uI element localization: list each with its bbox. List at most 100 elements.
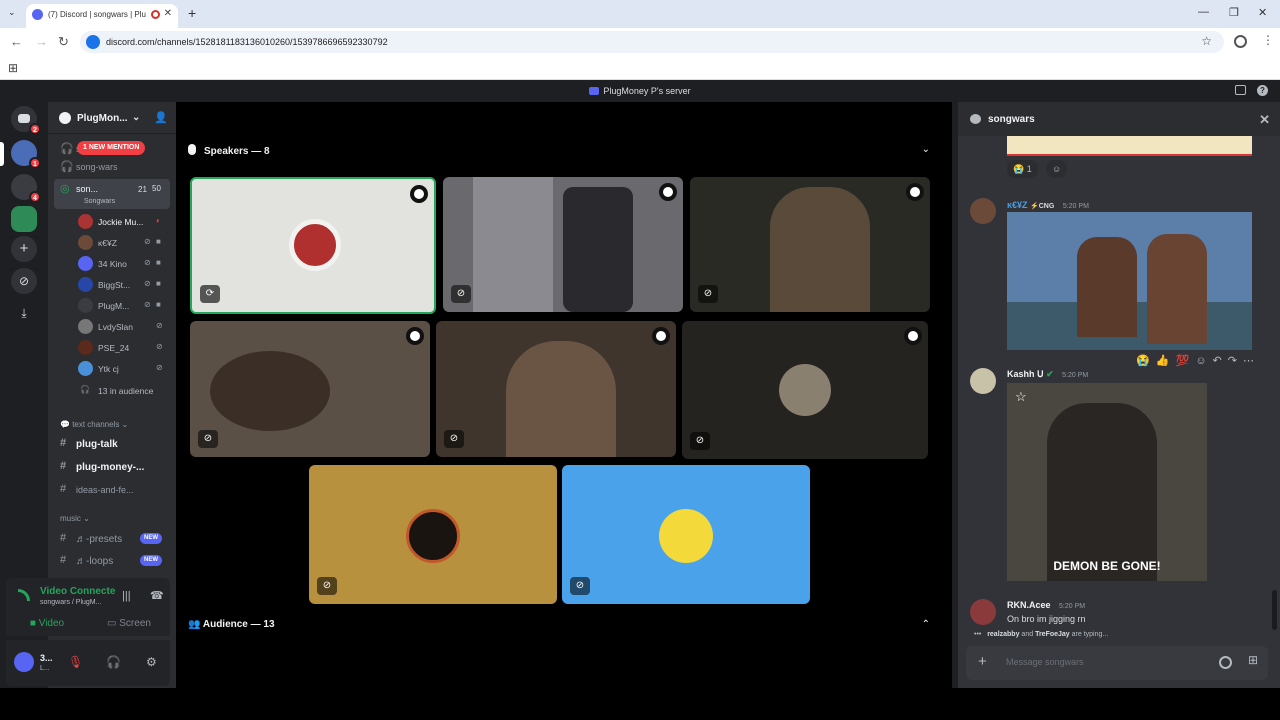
message-author[interactable]: RKN.Acee 5:20 PM (1007, 600, 1085, 610)
add-reaction-icon[interactable]: ☺ (1046, 160, 1068, 178)
message-placeholder[interactable]: Message songwars (1006, 657, 1084, 667)
inbox-icon[interactable] (1235, 85, 1246, 95)
tab-list-chevron-icon[interactable]: ⌄ (8, 7, 16, 18)
avatar[interactable] (970, 198, 996, 224)
new-tab-icon[interactable]: + (188, 5, 196, 21)
apps-grid-icon[interactable]: ⊞ (8, 61, 18, 75)
noise-suppression-icon[interactable]: ||| (122, 590, 131, 602)
voice-member[interactable]: Jockie Mu... ◐ (76, 213, 172, 231)
back-icon[interactable]: ← (10, 34, 23, 49)
voice-member[interactable]: PlugM... ⊘ ■ (76, 297, 172, 315)
channel-presets[interactable]: # ♬-presets NEW (54, 529, 170, 549)
server-badge-icon (59, 112, 71, 124)
category-music[interactable]: music ⌄ (60, 514, 90, 523)
gif-attachment[interactable]: ☆ DEMON BE GONE! (1007, 383, 1207, 581)
voice-status[interactable]: Video Connecte (40, 586, 115, 597)
member-name: ĸ€¥Z (98, 238, 117, 248)
favorite-star-icon[interactable]: ☆ (1015, 389, 1027, 405)
message-input[interactable]: + Message songwars ⊞ (966, 646, 1268, 680)
attach-plus-icon[interactable]: + (978, 653, 987, 670)
channel-plug-talk[interactable]: # plug-talk (54, 434, 170, 454)
restore-icon[interactable]: ❐ (1229, 6, 1239, 19)
channel-plug-money[interactable]: # plug-money-... (54, 457, 170, 477)
speaker-tile[interactable]: ⟳ (190, 177, 436, 314)
tab-close-icon[interactable]: ✕ (164, 8, 172, 19)
speaker-tile[interactable]: ⊘ (690, 177, 930, 312)
message-author[interactable]: ĸ€¥Z ⚡CNG 5:20 PM (1007, 200, 1089, 210)
disconnect-icon[interactable]: ☎ (150, 589, 164, 602)
settings-gear-icon[interactable]: ⚙ (146, 655, 157, 669)
message-hover-actions[interactable]: 😭👍💯☺↶↷⋯ (1136, 354, 1260, 376)
reaction-pill[interactable]: 😭 1 (1007, 160, 1038, 178)
audience-label: Audience — 13 (202, 619, 275, 630)
server-icon-2[interactable]: 4 (11, 174, 41, 203)
address-bar[interactable]: discord.com/channels/1528181183136010260… (80, 31, 1224, 53)
invite-people-icon[interactable]: 👤 (154, 111, 168, 124)
bookmark-star-icon[interactable]: ☆ (1201, 34, 1212, 48)
emoji-icon[interactable] (1219, 656, 1232, 669)
avatar[interactable] (970, 368, 996, 394)
bookmarks-bar: ⊞ (0, 56, 1280, 80)
channel-loops[interactable]: # ♬-loops NEW (54, 551, 170, 571)
voice-member[interactable]: Ytk cj ⊘ (76, 360, 172, 378)
channel-song-wars[interactable]: 🎧 song-wars (54, 157, 170, 177)
browser-tab[interactable]: (7) Discord | songwars | Plu ✕ (26, 4, 178, 28)
audience-row[interactable]: 🎧 13 in audience (76, 382, 172, 400)
screen-share-button[interactable]: ▭ Screen (94, 614, 164, 634)
message-author[interactable]: Kashh ᑌ ✔ 5:20 PM (1007, 369, 1088, 380)
verified-icon: ✔ (1046, 369, 1054, 379)
username[interactable]: 3... (40, 653, 53, 663)
headphones-icon[interactable]: 🎧 (106, 655, 121, 669)
voice-member[interactable]: BiggSt... ⊘ ■ (76, 276, 172, 294)
typing-suffix: are typing... (1069, 631, 1109, 638)
moderator-icon (652, 327, 670, 345)
voice-member[interactable]: LvdySlan ⊘ (76, 318, 172, 336)
speaker-tile[interactable]: ⊘ (436, 321, 676, 457)
avatar[interactable] (14, 652, 34, 672)
server-icon-plugmoney[interactable] (11, 206, 37, 232)
profile-icon[interactable] (1234, 35, 1247, 48)
moderator-icon (906, 183, 924, 201)
speaker-tile[interactable]: ⊘ (443, 177, 683, 312)
mic-muted-icon: ⊘ (444, 430, 464, 448)
forward-icon[interactable]: → (35, 34, 48, 49)
expand-audience-icon[interactable]: ⌃ (922, 619, 930, 630)
member-name: Jockie Mu... (98, 217, 144, 227)
minimize-icon[interactable]: — (1198, 6, 1209, 18)
voice-location[interactable]: songwars / PlugM... (40, 599, 101, 606)
mention-badge[interactable]: 1 NEW MENTION (77, 141, 146, 155)
browser-menu-icon[interactable]: ⋮ (1262, 33, 1274, 47)
speaker-tile[interactable]: ⊘ (309, 465, 557, 604)
apps-icon[interactable]: ⊞ (1248, 653, 1258, 667)
category-text-channels[interactable]: 💬 text channels ⌄ (60, 420, 128, 429)
stream-icon[interactable]: ⟳ (200, 285, 220, 303)
speaker-tile[interactable]: ⊘ (682, 321, 928, 459)
voice-channel-songwars[interactable]: ◎ son... Songwars 21 50 (54, 179, 170, 209)
download-icon[interactable]: ⤓ (11, 300, 37, 326)
reload-icon[interactable]: ↻ (58, 34, 69, 50)
speaker-tile[interactable]: ⊘ (562, 465, 810, 604)
connection-signal-icon[interactable] (18, 589, 30, 601)
avatar[interactable] (970, 599, 996, 625)
discover-icon[interactable]: ⊘ (11, 268, 37, 294)
speech-bubble-icon: 💬 (60, 420, 73, 429)
video-button[interactable]: ■ Video (12, 614, 82, 634)
voice-member[interactable]: PSE_24 ⊘ (76, 339, 172, 357)
speaker-tile[interactable]: ⊘ (190, 321, 430, 457)
voice-member[interactable]: 34 Kino ⊘ ■ (76, 255, 172, 273)
channel-ideas-and-feedback[interactable]: # ideas-and-fe... (54, 480, 170, 500)
chat-scrollbar[interactable] (1272, 590, 1277, 630)
image-attachment[interactable] (1007, 212, 1252, 350)
image-attachment-partial[interactable] (1007, 136, 1252, 156)
add-server-icon[interactable]: + (11, 236, 37, 262)
collapse-speakers-icon[interactable]: ⌄ (922, 144, 930, 155)
site-info-icon[interactable] (86, 35, 100, 49)
server-icon-1[interactable]: 1 (11, 140, 41, 169)
voice-member[interactable]: ĸ€¥Z ⊘ ■ (76, 234, 172, 252)
help-icon[interactable]: ? (1257, 85, 1268, 96)
home-button[interactable]: 2 (11, 106, 41, 135)
window-close-icon[interactable]: ✕ (1258, 6, 1267, 19)
close-chat-icon[interactable]: ✕ (1259, 112, 1270, 128)
mic-muted-icon[interactable]: 🎙︎ (68, 655, 83, 669)
server-header[interactable]: PlugMon... ⌄ 👤 (48, 102, 176, 134)
